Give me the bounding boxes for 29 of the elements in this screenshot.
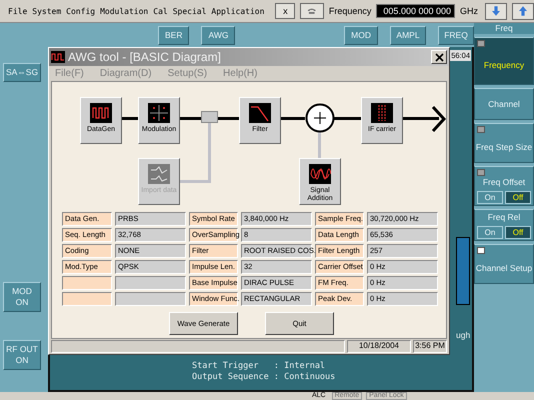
screen-text: Start Trigger : Internal bbox=[192, 361, 326, 372]
softkey-label: Freq Offset bbox=[482, 176, 526, 186]
toggle-option[interactable]: Off bbox=[505, 226, 531, 238]
menu-item[interactable]: Modulation bbox=[100, 6, 148, 16]
date-text: 10/18/2004 bbox=[347, 340, 411, 353]
menu-item[interactable]: Cal bbox=[153, 6, 168, 16]
softkey[interactable]: Freq Offset On Off bbox=[474, 166, 534, 206]
screen-text: ugh bbox=[456, 330, 470, 340]
window-title: AWG tool - [BASIC Diagram] bbox=[68, 50, 222, 64]
menu-item[interactable]: Application bbox=[211, 6, 264, 16]
menu-item[interactable]: Special bbox=[172, 6, 206, 16]
screen-text: Output Sequence : Continuous bbox=[192, 372, 336, 383]
frequency-field[interactable]: 005.000 000 000 bbox=[376, 4, 455, 18]
softkey[interactable]: Freq Rel On Off bbox=[474, 209, 534, 241]
softkey-title: Freq bbox=[474, 23, 534, 34]
close-button[interactable]: x bbox=[275, 3, 296, 19]
softkey[interactable]: Frequency bbox=[474, 37, 534, 85]
frequency-label: Frequency bbox=[328, 6, 372, 16]
softkey-label: Frequency bbox=[484, 60, 524, 70]
unit-label: GHz bbox=[460, 6, 478, 16]
toggle-option[interactable]: Off bbox=[505, 190, 531, 204]
softkey-label: Channel Setup bbox=[476, 263, 532, 273]
softkey-label: Channel bbox=[488, 99, 520, 109]
menu-item[interactable]: File bbox=[8, 6, 28, 16]
softkey-label: Freq Step Size bbox=[476, 142, 532, 152]
menu-item[interactable]: Config bbox=[66, 6, 96, 16]
time-text: 3:56 PM bbox=[413, 340, 447, 353]
menu-item[interactable]: System bbox=[32, 6, 62, 16]
softkey-label: Freq Rel bbox=[488, 212, 520, 222]
